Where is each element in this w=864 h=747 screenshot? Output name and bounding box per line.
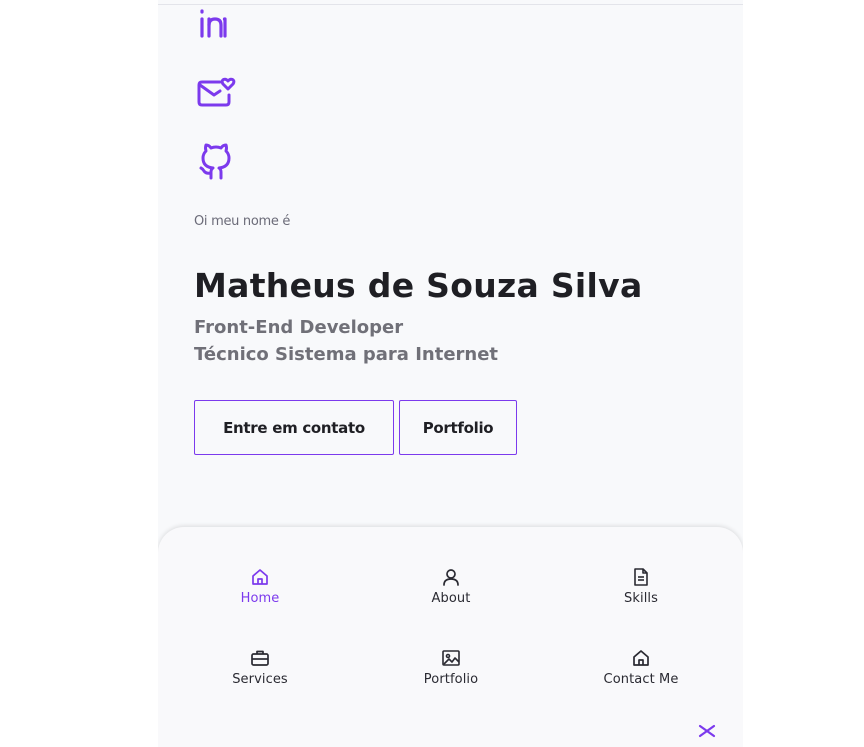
home-icon — [633, 650, 649, 666]
nav-item-portfolio[interactable]: Portfolio — [366, 648, 536, 698]
mail-heart-icon — [197, 77, 236, 107]
greeting-text: Oi meu nome é — [194, 214, 291, 229]
home-icon — [252, 569, 268, 585]
close-icon — [698, 724, 716, 738]
hero-subtitle: Técnico Sistema para Internet — [194, 344, 499, 365]
user-icon — [443, 569, 459, 586]
nav-item-contact[interactable]: Contact Me — [556, 648, 726, 698]
nav-label-home: Home — [240, 591, 280, 606]
portfolio-button[interactable]: Portfolio — [399, 400, 517, 455]
nav-item-home[interactable]: Home — [175, 567, 345, 617]
nav-label-about: About — [431, 591, 471, 606]
hero-name: Matheus de Souza Silva — [194, 266, 643, 305]
nav-item-skills[interactable]: Skills — [556, 567, 726, 617]
top-divider — [158, 4, 743, 5]
mobile-viewport: Oi meu nome é Matheus de Souza Silva Fro… — [158, 0, 743, 747]
hero-role: Front-End Developer — [194, 317, 404, 338]
linkedin-icon — [200, 9, 227, 38]
close-menu-button[interactable] — [696, 722, 718, 744]
nav-label-skills: Skills — [624, 591, 658, 606]
linkedin-link[interactable] — [196, 5, 238, 47]
briefcase-icon — [251, 650, 269, 666]
github-icon — [199, 143, 231, 180]
github-link[interactable] — [196, 142, 238, 184]
contact-button[interactable]: Entre em contato — [194, 400, 394, 455]
image-icon — [442, 650, 460, 666]
nav-label-portfolio: Portfolio — [423, 672, 479, 687]
email-link[interactable] — [196, 73, 238, 115]
nav-label-contact: Contact Me — [603, 672, 679, 687]
nav-item-services[interactable]: Services — [175, 648, 345, 698]
nav-item-about[interactable]: About — [366, 567, 536, 617]
document-icon — [634, 568, 648, 586]
bottom-nav-menu: Home About Skills Services Portfolio Con… — [158, 527, 743, 747]
nav-label-services: Services — [232, 672, 288, 687]
